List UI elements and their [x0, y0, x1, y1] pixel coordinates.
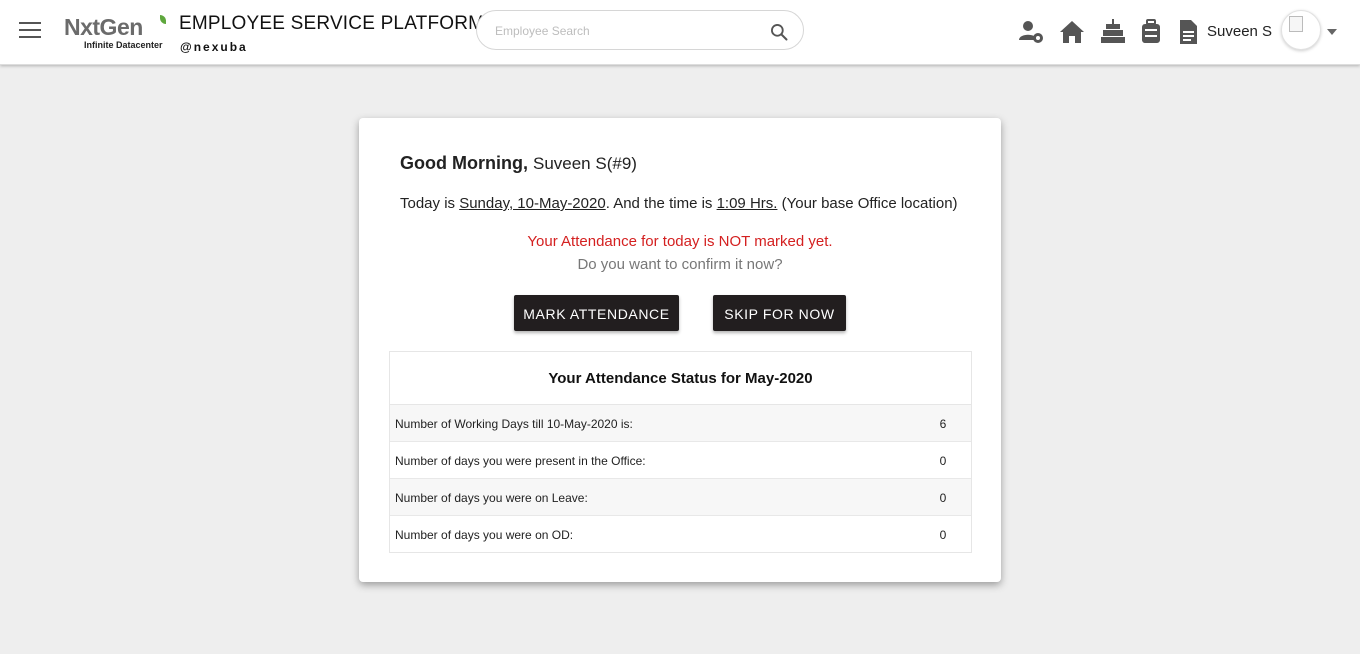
- attendance-card: Good Morning, Suveen S(#9) Today is Sund…: [359, 118, 1001, 582]
- row-value: 0: [939, 454, 947, 468]
- user-settings-icon[interactable]: [1017, 18, 1045, 46]
- today-prefix: Today is: [400, 195, 460, 212]
- confirm-question: Do you want to confirm it now?: [577, 256, 783, 273]
- avatar[interactable]: [1281, 10, 1321, 50]
- row-label: Number of days you were on OD:: [395, 528, 574, 542]
- document-icon[interactable]: [1174, 18, 1202, 46]
- row-label: Number of days you were on Leave:: [395, 491, 588, 505]
- employee-search-input[interactable]: [493, 20, 757, 42]
- user-name[interactable]: Suveen S: [1207, 23, 1272, 40]
- skip-for-now-button[interactable]: SKIP FOR NOW: [713, 295, 846, 331]
- birthday-cake-icon[interactable]: [1099, 18, 1127, 46]
- home-icon[interactable]: [1058, 18, 1086, 46]
- employee-name: Suveen S(#9): [532, 154, 637, 173]
- status-table-title: Your Attendance Status for May-2020: [390, 352, 971, 405]
- search-icon[interactable]: [769, 22, 789, 42]
- row-value: 6: [939, 417, 947, 431]
- attendance-not-marked-message: Your Attendance for today is NOT marked …: [527, 233, 833, 250]
- attendance-status-table: Your Attendance Status for May-2020 Numb…: [389, 351, 972, 553]
- mark-attendance-button[interactable]: MARK ATTENDANCE: [514, 295, 679, 331]
- chevron-down-icon[interactable]: [1327, 29, 1337, 35]
- row-label: Number of days you were present in the O…: [395, 454, 646, 468]
- greeting: Good Morning, Suveen S(#9): [400, 153, 637, 174]
- row-value: 0: [939, 528, 947, 542]
- app-title: EMPLOYEE SERVICE PLATFORM: [179, 13, 485, 34]
- current-date: Sunday, 10-May-2020: [459, 195, 606, 212]
- employee-search-box: [476, 10, 804, 50]
- table-row: Number of days you were on OD: 0: [390, 516, 971, 552]
- current-time: 1:09 Hrs.: [716, 195, 778, 212]
- logo-leaf-icon: [160, 15, 166, 24]
- luggage-icon[interactable]: [1137, 18, 1165, 46]
- top-navbar: NxtGen Infinite Datacenter EMPLOYEE SERV…: [0, 0, 1360, 65]
- table-row: Number of days you were on Leave: 0: [390, 479, 971, 516]
- logo-wordmark: NxtGen: [64, 14, 143, 40]
- logo-tagline: Infinite Datacenter: [84, 40, 163, 50]
- company-logo[interactable]: NxtGen Infinite Datacenter: [64, 14, 174, 54]
- table-row: Number of Working Days till 10-May-2020 …: [390, 405, 971, 442]
- greeting-text: Good Morning,: [400, 153, 528, 173]
- time-prefix: . And the time is: [605, 195, 717, 212]
- row-label: Number of Working Days till 10-May-2020 …: [395, 417, 633, 431]
- location-note: (Your base Office location): [777, 195, 958, 212]
- broken-image-icon: [1289, 16, 1303, 32]
- app-subtitle: @nexuba: [180, 40, 248, 54]
- today-line: Today is Sunday, 10-May-2020. And the ti…: [400, 195, 958, 212]
- row-value: 0: [939, 491, 947, 505]
- hamburger-menu-icon[interactable]: [19, 22, 41, 40]
- table-row: Number of days you were present in the O…: [390, 442, 971, 479]
